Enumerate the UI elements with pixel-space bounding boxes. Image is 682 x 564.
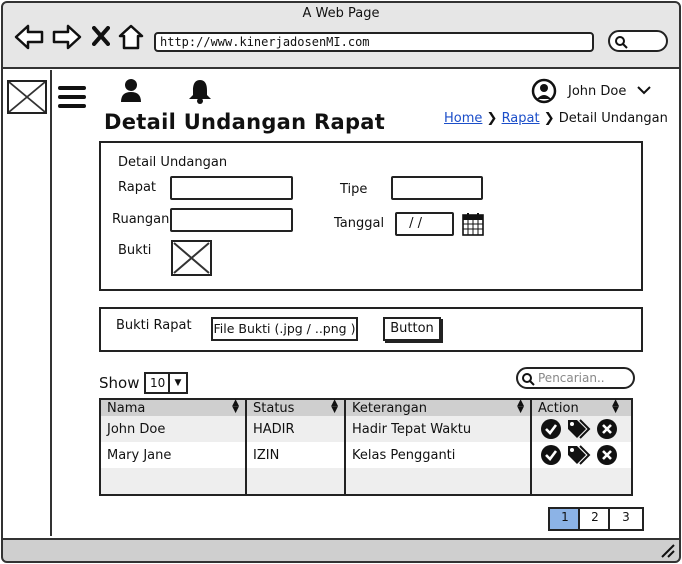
column-header[interactable]: Status ▲ ▼: [246, 399, 346, 416]
calendar-icon[interactable]: [462, 212, 484, 236]
back-arrow-icon[interactable]: [14, 24, 44, 50]
breadcrumb-separator-icon: ❯: [543, 111, 559, 126]
url-input[interactable]: http://www.kinerjadosenMI.com: [154, 32, 594, 52]
sort-icon[interactable]: ▲ ▼: [517, 399, 524, 415]
browser-search[interactable]: [608, 30, 668, 52]
table-row[interactable]: Mary Jane IZIN Kelas Pengganti: [100, 442, 632, 468]
delete-icon[interactable]: [596, 444, 618, 466]
breadcrumb-separator-icon: ❯: [486, 111, 502, 126]
page-button[interactable]: 2: [578, 507, 612, 531]
tipe-label: Tipe: [340, 182, 368, 197]
table-header-row: Nama ▲ ▼ Status ▲ ▼ Keterangan ▲ ▼ Action ▲ ▼: [100, 399, 632, 416]
bell-icon[interactable]: [186, 78, 214, 104]
resize-grip-icon[interactable]: [658, 542, 676, 558]
rapat-label: Rapat: [118, 180, 157, 195]
close-icon[interactable]: [92, 26, 110, 46]
page-title: Detail Undangan Rapat: [104, 110, 386, 134]
delete-icon[interactable]: [596, 418, 618, 440]
check-icon[interactable]: [540, 444, 562, 466]
column-header[interactable]: Keterangan ▲ ▼: [345, 399, 532, 416]
status-bar: [3, 538, 679, 561]
home-icon[interactable]: [118, 24, 144, 50]
section-title: Detail Undangan: [118, 155, 228, 170]
show-value: 10: [150, 376, 166, 390]
sidebar-divider: [50, 70, 52, 536]
column-header-label: Action: [538, 400, 579, 416]
page-button[interactable]: 1: [548, 507, 582, 531]
tipe-input[interactable]: [391, 176, 483, 200]
data-table: Nama ▲ ▼ Status ▲ ▼ Keterangan ▲ ▼ Action ▲ ▼ Jo…: [99, 398, 633, 496]
user-name[interactable]: John Doe: [568, 84, 626, 99]
breadcrumb-current: Detail Undangan: [558, 111, 668, 126]
cell-keterangan: Hadir Tepat Waktu: [345, 416, 532, 442]
page-button[interactable]: 3: [608, 507, 644, 531]
breadcrumb: Home ❯ Rapat ❯ Detail Undangan: [444, 111, 668, 126]
upload-button[interactable]: Button: [383, 317, 441, 341]
cell-actions: [531, 416, 632, 442]
logo-image: [7, 80, 47, 114]
file-input[interactable]: File Bukti (.jpg / ..png ): [211, 317, 358, 341]
bukti-rapat-label: Bukti Rapat: [116, 318, 192, 333]
chevron-down-icon[interactable]: [636, 84, 652, 96]
column-header[interactable]: Nama ▲ ▼: [100, 399, 247, 416]
cell-nama: John Doe: [100, 416, 247, 442]
search-icon: [522, 373, 535, 386]
search-icon: [615, 36, 628, 49]
check-icon[interactable]: [540, 418, 562, 440]
breadcrumb-rapat[interactable]: Rapat: [502, 111, 540, 126]
menu-icon[interactable]: [58, 86, 86, 108]
ruangan-label: Ruangan: [112, 212, 170, 227]
sort-icon[interactable]: ▲ ▼: [612, 399, 619, 415]
cell-status: HADIR: [246, 416, 346, 442]
avatar-icon[interactable]: [531, 78, 557, 104]
table-row[interactable]: John Doe HADIR Hadir Tepat Waktu: [100, 416, 632, 442]
column-header-label: Keterangan: [352, 400, 427, 416]
tags-icon[interactable]: [566, 444, 592, 466]
cell-actions: [531, 442, 632, 468]
bukti-label: Bukti: [118, 243, 152, 258]
tanggal-label: Tanggal: [334, 216, 385, 231]
show-select[interactable]: 10 ▼: [144, 372, 188, 394]
tags-icon[interactable]: [566, 418, 592, 440]
sort-icon[interactable]: ▲ ▼: [232, 399, 239, 415]
cell-nama: Mary Jane: [100, 442, 247, 468]
column-header-label: Status: [253, 400, 295, 416]
cell-keterangan: Kelas Pengganti: [345, 442, 532, 468]
column-header[interactable]: Action ▲ ▼: [531, 399, 632, 416]
rapat-input[interactable]: [170, 176, 293, 200]
breadcrumb-home[interactable]: Home: [444, 111, 482, 126]
column-header-label: Nama: [107, 400, 146, 416]
window-title: A Web Page: [302, 6, 380, 21]
tanggal-input[interactable]: / /: [395, 212, 454, 236]
sort-icon[interactable]: ▲ ▼: [331, 399, 338, 415]
cell-status: IZIN: [246, 442, 346, 468]
forward-arrow-icon[interactable]: [52, 24, 82, 50]
ruangan-input[interactable]: [170, 208, 293, 232]
table-row-empty: [100, 468, 632, 495]
show-label: Show: [99, 374, 140, 392]
user-icon[interactable]: [118, 78, 144, 104]
dropdown-arrow-icon: ▼: [168, 374, 186, 392]
bukti-image: [171, 240, 212, 276]
